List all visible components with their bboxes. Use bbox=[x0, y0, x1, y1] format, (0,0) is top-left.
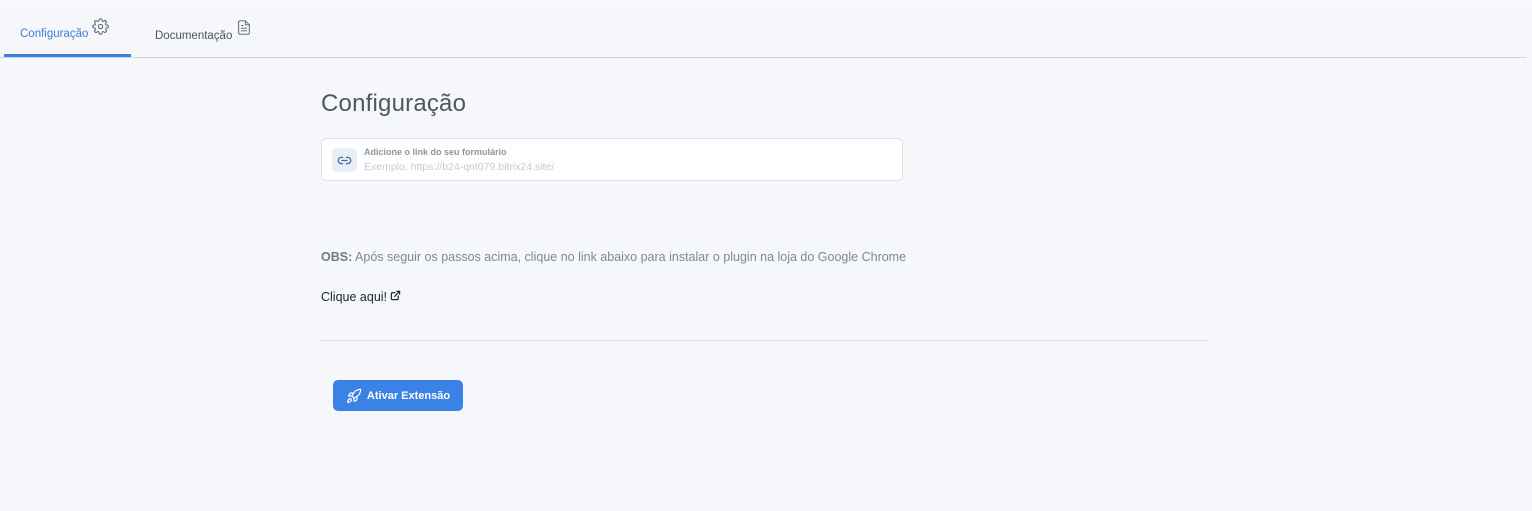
form-link-label: Adicione o link do seu formulário bbox=[364, 147, 507, 157]
link-icon bbox=[332, 148, 357, 172]
form-link-input[interactable] bbox=[364, 160, 884, 174]
page: Configuração Documentação Configuração A… bbox=[0, 0, 1532, 511]
obs-text: Após seguir os passos acima, clique no l… bbox=[352, 250, 907, 264]
document-icon bbox=[236, 19, 252, 36]
tab-configuracao-label: Configuração bbox=[20, 28, 89, 40]
form-link-field[interactable]: Adicione o link do seu formulário bbox=[321, 138, 903, 181]
divider bbox=[321, 340, 1209, 341]
activate-extension-button[interactable]: Ativar Extensão bbox=[333, 380, 463, 411]
external-link-icon bbox=[390, 290, 401, 301]
activate-button-label: Ativar Extensão bbox=[366, 389, 451, 402]
tab-bar: Configuração Documentação bbox=[0, 0, 1527, 58]
install-link-label: Clique aqui! bbox=[321, 290, 388, 304]
obs-prefix: OBS: bbox=[321, 250, 353, 264]
tab-documentacao[interactable]: Documentação bbox=[155, 0, 275, 57]
install-plugin-link[interactable]: Clique aqui! bbox=[321, 290, 401, 304]
tab-configuracao[interactable]: Configuração bbox=[4, 0, 131, 57]
obs-note: OBS: Após seguir os passos acima, clique… bbox=[321, 250, 906, 264]
page-title: Configuração bbox=[321, 90, 467, 117]
tab-documentacao-label: Documentação bbox=[155, 29, 233, 42]
gear-icon bbox=[92, 17, 110, 35]
rocket-icon bbox=[346, 388, 362, 404]
